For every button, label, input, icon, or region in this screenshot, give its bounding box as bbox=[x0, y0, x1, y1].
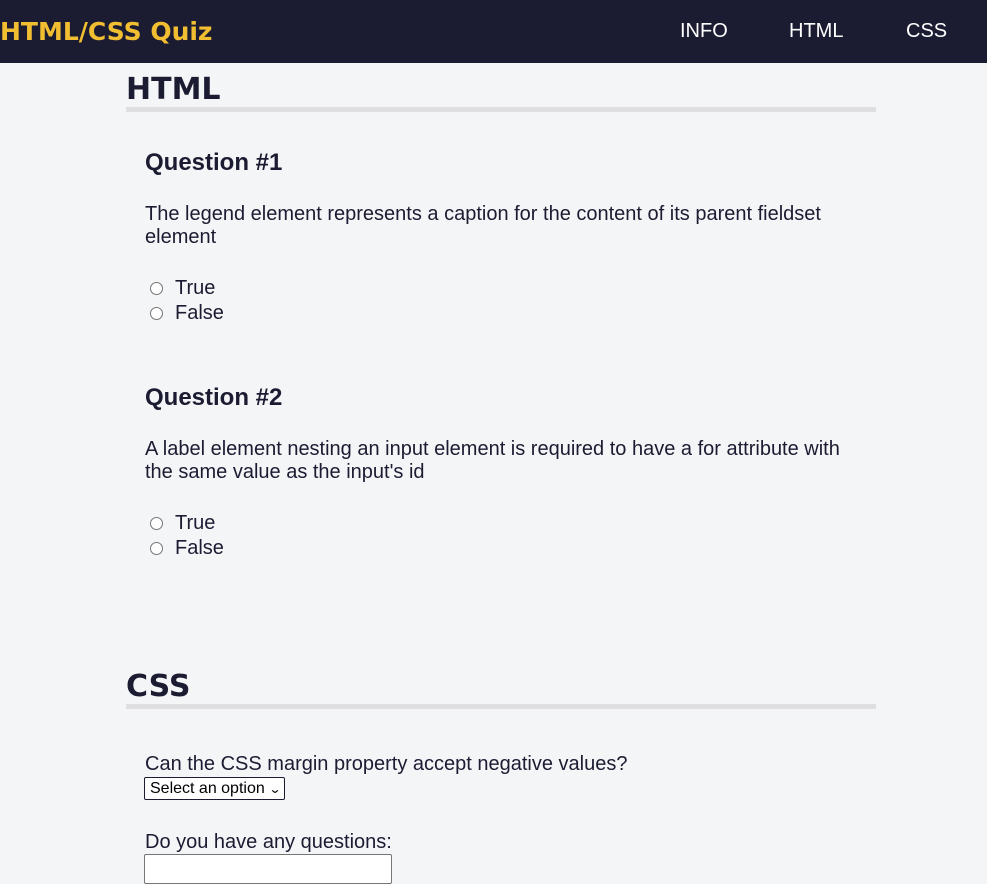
site-title: HTML/CSS Quiz bbox=[0, 17, 213, 46]
question-1-option-false[interactable]: False bbox=[150, 302, 224, 324]
section-divider bbox=[126, 704, 876, 709]
nav-link-html[interactable]: HTML bbox=[789, 19, 843, 43]
nav-link-info[interactable]: INFO bbox=[680, 19, 728, 43]
select-value: Select an option bbox=[150, 779, 265, 797]
option-label: True bbox=[175, 511, 216, 534]
radio-button[interactable] bbox=[150, 306, 163, 320]
question-2-option-true[interactable]: True bbox=[150, 512, 215, 534]
question-2-option-false[interactable]: False bbox=[150, 537, 224, 559]
margin-question-label: Can the CSS margin property accept negat… bbox=[145, 753, 628, 775]
question-1-heading: Question #1 bbox=[145, 149, 283, 176]
radio-button[interactable] bbox=[150, 281, 163, 295]
question-2-text: A label element nesting an input element… bbox=[145, 438, 840, 483]
radio-button[interactable] bbox=[150, 516, 163, 530]
option-label: False bbox=[175, 301, 224, 324]
top-navbar: HTML/CSS Quiz INFO HTML CSS bbox=[0, 0, 987, 63]
radio-button[interactable] bbox=[150, 541, 163, 555]
questions-input[interactable] bbox=[144, 854, 392, 884]
option-label: False bbox=[175, 536, 224, 559]
margin-answer-select[interactable]: Select an option ⌄ bbox=[144, 777, 285, 800]
section-divider bbox=[126, 107, 876, 112]
question-1-text: The legend element represents a caption … bbox=[145, 203, 821, 248]
nav-link-css[interactable]: CSS bbox=[906, 19, 947, 43]
question-2-heading: Question #2 bbox=[145, 384, 283, 411]
question-1-option-true[interactable]: True bbox=[150, 277, 215, 299]
chevron-down-icon: ⌄ bbox=[268, 781, 282, 796]
questions-label: Do you have any questions: bbox=[145, 831, 392, 853]
option-label: True bbox=[175, 276, 216, 299]
section-title-html: HTML bbox=[126, 72, 221, 107]
section-title-css: CSS bbox=[126, 669, 191, 704]
